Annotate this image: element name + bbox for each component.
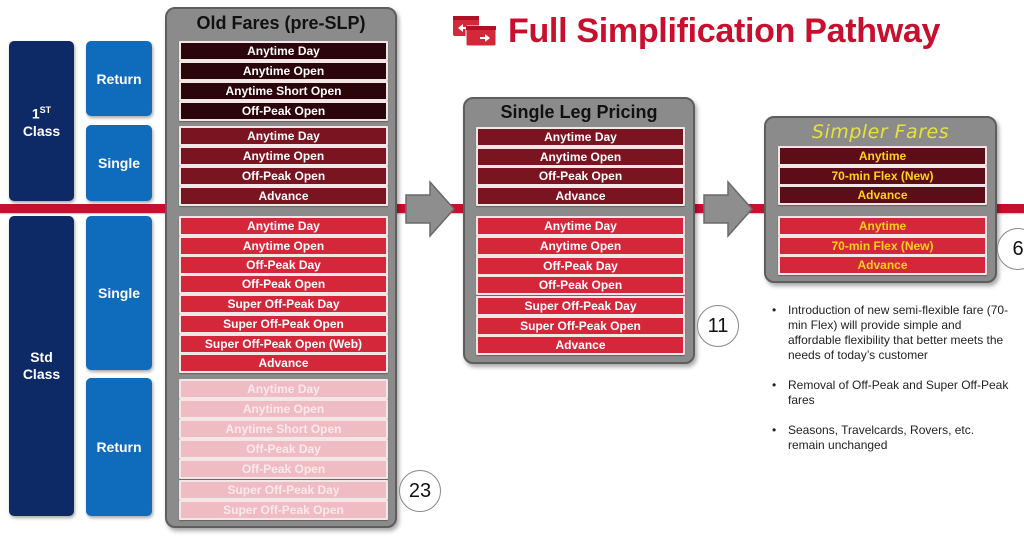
first-return-label: Return <box>86 41 152 116</box>
fare-item: Anytime Day <box>179 126 388 146</box>
simpler-fares-panel: Simpler Fares Anytime 70-min Flex (New) … <box>764 116 997 283</box>
fare-item: Anytime Open <box>476 147 685 167</box>
fare-item: Anytime Day <box>476 127 685 147</box>
fare-item: Anytime <box>778 216 987 236</box>
fare-item: Off-Peak Day <box>179 439 388 459</box>
fare-item: Super Off-Peak Day <box>179 480 388 500</box>
std-class-word: Class <box>22 366 61 382</box>
simpler-fares-count-badge: 6 <box>997 228 1024 270</box>
fare-item: Anytime Short Open <box>179 81 388 101</box>
first-class-label: 1ST Class <box>9 41 74 201</box>
fare-item: Advance <box>476 335 685 355</box>
fare-item: Super Off-Peak Open <box>476 316 685 336</box>
fare-item: Super Off-Peak Open <box>179 314 388 334</box>
first-single-label: Single <box>86 125 152 201</box>
fare-item: Off-Peak Open <box>476 166 685 186</box>
fare-item: Off-Peak Open <box>179 166 388 186</box>
first-class-superscript: ST <box>39 105 52 116</box>
note-item: Introduction of new semi-flexible fare (… <box>772 303 1012 363</box>
fare-item: 70-min Flex (New) <box>778 236 987 256</box>
fare-item: Off-Peak Open <box>179 101 388 121</box>
old-fares-panel: Old Fares (pre-SLP) Anytime Day Anytime … <box>165 7 397 528</box>
std-return-label: Return <box>86 378 152 516</box>
first-class-number: 1 <box>31 105 40 122</box>
fare-item: Advance <box>179 186 388 206</box>
old-fares-count-badge: 23 <box>399 470 441 512</box>
fare-item: Off-Peak Open <box>476 275 685 295</box>
fare-item: Anytime <box>778 146 987 166</box>
fare-item: Super Off-Peak Day <box>179 294 388 314</box>
fare-item: Anytime Open <box>476 236 685 256</box>
std-class-label: Std Class <box>9 216 74 516</box>
notes-list: Introduction of new semi-flexible fare (… <box>772 303 1012 468</box>
arrow-right-icon <box>702 180 754 243</box>
std-single-label: Single <box>86 216 152 370</box>
arrow-right-icon <box>404 180 456 243</box>
fare-item: Super Off-Peak Day <box>476 296 685 316</box>
old-fares-title: Old Fares (pre-SLP) <box>196 13 366 33</box>
fare-item: Super Off-Peak Open <box>179 500 388 520</box>
fare-item: Off-Peak Open <box>179 274 388 294</box>
fare-item: Anytime Open <box>179 399 388 419</box>
fare-item: Super Off-Peak Open (Web) <box>179 334 388 354</box>
note-item: Seasons, Travelcards, Rovers, etc. remai… <box>772 423 1012 453</box>
fare-item: Advance <box>778 255 987 275</box>
first-class-word: Class <box>22 122 61 139</box>
fare-item: Anytime Day <box>179 379 388 399</box>
page-title: Full Simplification Pathway <box>508 12 941 50</box>
fare-item: Anytime Day <box>476 216 685 236</box>
fare-item: Anytime Open <box>179 61 388 81</box>
single-leg-count-badge: 11 <box>697 305 739 347</box>
simpler-fares-title: Simpler Fares <box>811 121 950 143</box>
fare-item: Anytime Open <box>179 146 388 166</box>
fare-item: Anytime Day <box>179 41 388 61</box>
fare-item: Anytime Short Open <box>179 419 388 439</box>
single-leg-title: Single Leg Pricing <box>500 102 658 122</box>
fare-item: Anytime Open <box>179 236 388 256</box>
fare-item: Anytime Day <box>179 216 388 236</box>
fare-item: 70-min Flex (New) <box>778 166 987 186</box>
fare-item: Off-Peak Day <box>476 256 685 276</box>
single-leg-panel: Single Leg Pricing Anytime Day Anytime O… <box>463 97 695 364</box>
fare-item: Off-Peak Open <box>179 459 388 479</box>
fare-item: Advance <box>476 186 685 206</box>
note-item: Removal of Off-Peak and Super Off-Peak f… <box>772 378 1012 408</box>
fare-item: Advance <box>179 353 388 373</box>
std-class-abbrev: Std <box>30 349 53 365</box>
title-icon <box>452 14 500 48</box>
fare-item: Off-Peak Day <box>179 255 388 275</box>
fare-item: Advance <box>778 185 987 205</box>
